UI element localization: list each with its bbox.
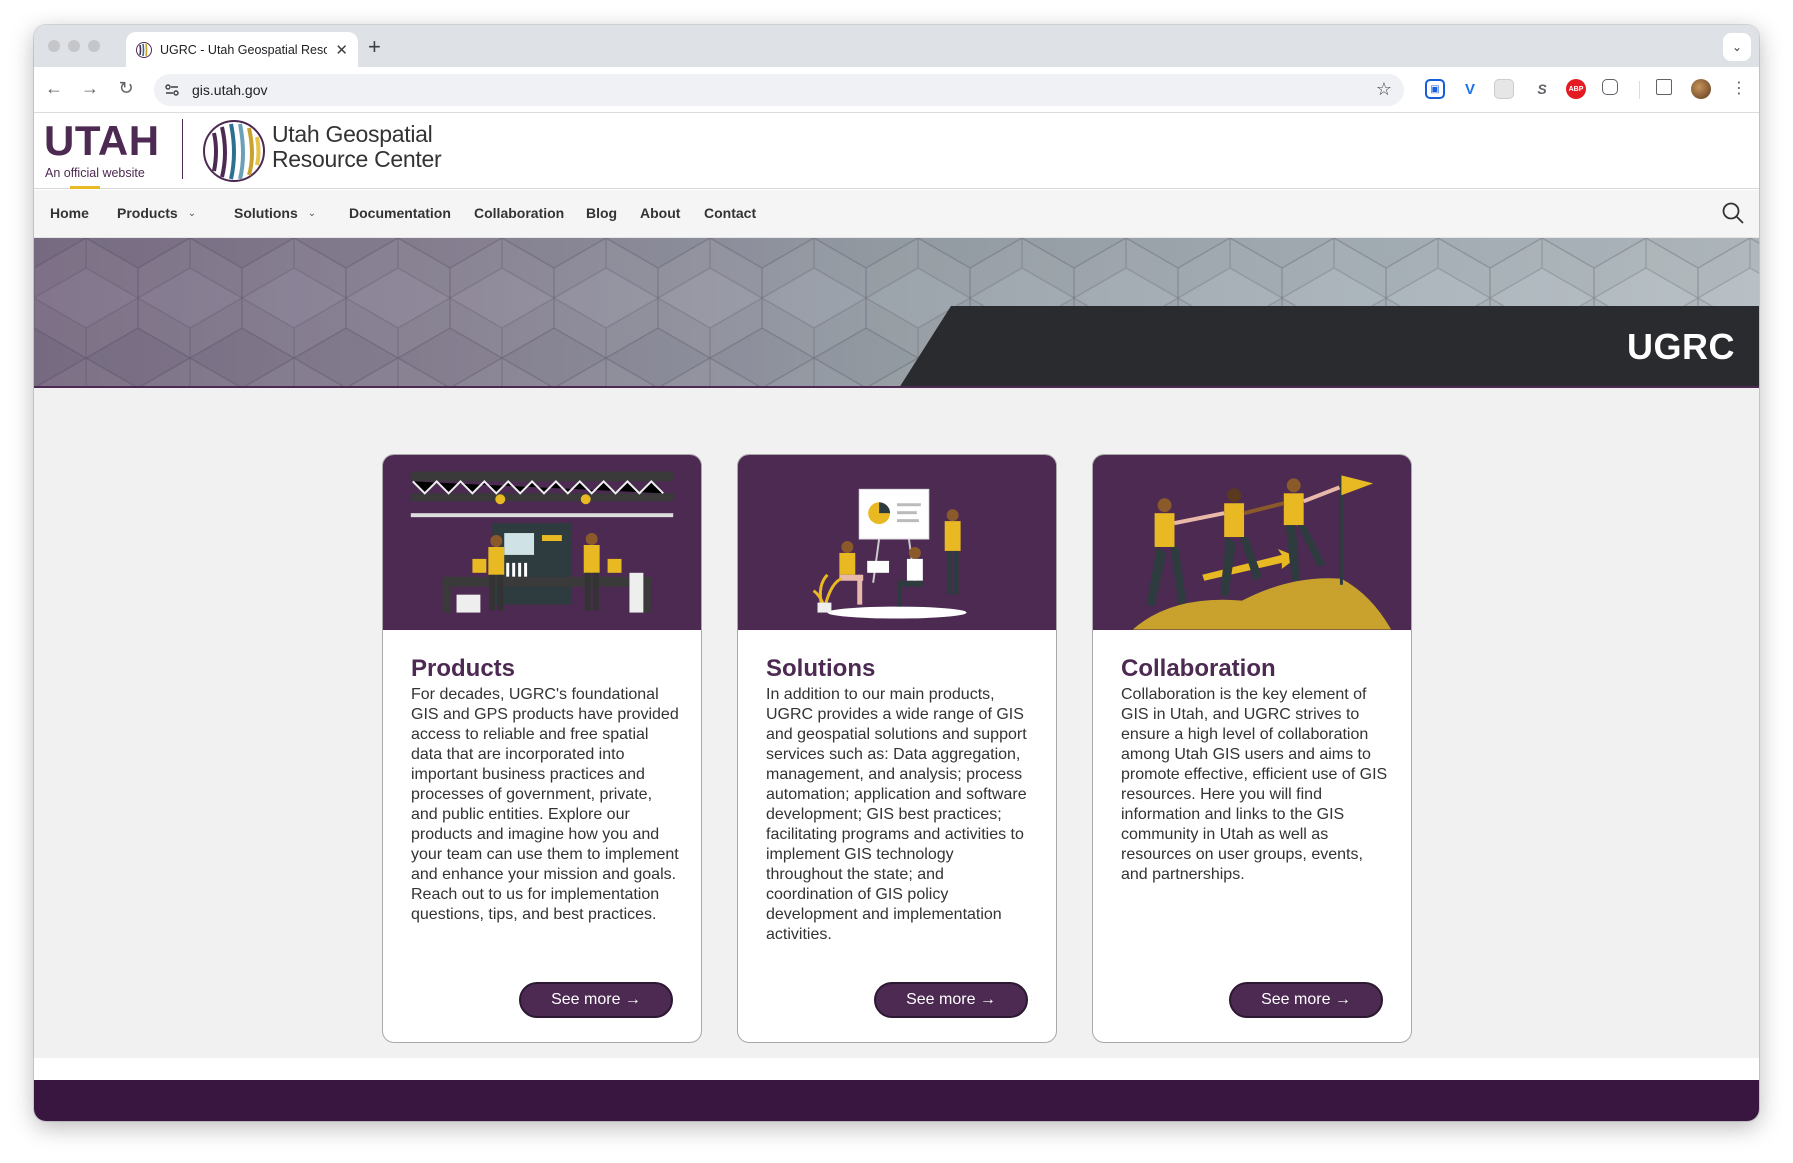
nav-products[interactable]: Products ⌄ <box>117 205 196 221</box>
utah-accent-bar <box>70 186 100 189</box>
puzzle-icon[interactable] <box>1602 79 1618 95</box>
collaboration-card-title: Collaboration <box>1121 655 1276 682</box>
solutions-card-title: Solutions <box>766 655 876 682</box>
products-card-title: Products <box>411 655 516 682</box>
close-window-button[interactable] <box>48 40 60 52</box>
nav-blog-label: Blog <box>586 205 618 221</box>
s-extension-icon[interactable]: S <box>1532 79 1552 99</box>
profile-avatar-icon[interactable] <box>1691 79 1711 99</box>
nav-documentation[interactable]: Documentation <box>349 205 451 221</box>
collaboration-see-more-button[interactable]: See more → <box>1229 982 1383 1018</box>
products-card: Products For decades, UGRC's foundationa… <box>382 454 702 1043</box>
nav-products-label: Products <box>117 205 178 221</box>
main-content: Products For decades, UGRC's foundationa… <box>34 388 1759 1058</box>
toolbar-divider <box>1639 81 1640 99</box>
browser-menu-icon[interactable]: ⋮ <box>1727 78 1751 98</box>
search-icon[interactable] <box>1721 201 1745 225</box>
solutions-card: Solutions In addition to our main produc… <box>737 454 1057 1043</box>
nav-home[interactable]: Home <box>50 205 89 221</box>
tab-title: UGRC - Utah Geospatial Resource Center <box>160 42 328 57</box>
solutions-card-text: In addition to our main products, UGRC p… <box>766 686 1027 943</box>
utah-logo-text[interactable]: UTAH <box>44 117 160 165</box>
nav-collaboration[interactable]: Collaboration <box>474 205 564 221</box>
v-extension-icon[interactable]: V <box>1460 79 1480 99</box>
official-website-label[interactable]: An official website <box>45 166 145 180</box>
new-tab-button[interactable]: + <box>368 34 381 60</box>
browser-window: UGRC - Utah Geospatial Resource Center ✕… <box>34 25 1759 1121</box>
back-button[interactable]: ← <box>42 78 66 99</box>
nav-contact[interactable]: Contact <box>704 205 756 221</box>
bitwarden-icon[interactable]: ▣ <box>1425 79 1445 99</box>
products-see-more-button[interactable]: See more → <box>519 982 673 1018</box>
tab-ugrc[interactable]: UGRC - Utah Geospatial Resource Center ✕ <box>126 32 358 67</box>
hero-banner: UGRC <box>34 238 1759 388</box>
products-card-text: For decades, UGRC's foundational GIS and… <box>411 686 679 923</box>
nav-solutions-label: Solutions <box>234 205 298 221</box>
nav-about[interactable]: About <box>640 205 680 221</box>
header-divider <box>182 119 183 179</box>
ugrc-logo-icon[interactable] <box>202 119 266 183</box>
nav-solutions[interactable]: Solutions ⌄ <box>234 205 316 221</box>
meeting-illustration <box>738 455 1056 630</box>
tab-search-button[interactable]: ⌄ <box>1723 33 1751 61</box>
org-name-line2[interactable]: Resource Center <box>272 146 442 173</box>
adblock-icon[interactable]: ABP <box>1566 79 1586 99</box>
collaboration-card: Collaboration Collaboration is the key e… <box>1092 454 1412 1043</box>
nav-documentation-label: Documentation <box>349 205 451 221</box>
forward-button[interactable]: → <box>78 78 102 99</box>
site-info-icon[interactable] <box>164 82 180 98</box>
zoom-window-button[interactable] <box>88 40 100 52</box>
ugrc-favicon-icon <box>136 41 152 58</box>
nav-contact-label: Contact <box>704 205 757 221</box>
nav-blog[interactable]: Blog <box>586 205 617 221</box>
minimize-window-button[interactable] <box>68 40 80 52</box>
browser-toolbar: ← → ↻ gis.utah.gov ☆ ▣ V S ABP ⋮ <box>34 67 1759 113</box>
site-footer <box>34 1080 1759 1121</box>
hero-title: UGRC <box>1627 326 1735 367</box>
teamwork-illustration <box>1093 455 1411 630</box>
chevron-down-icon: ⌄ <box>307 207 317 219</box>
nav-about-label: About <box>640 205 681 221</box>
nav-collaboration-label: Collaboration <box>474 205 565 221</box>
collaboration-card-text: Collaboration is the key element of GIS … <box>1121 686 1388 883</box>
site-navigation: Home Products ⌄ Solutions ⌄ Documentation … <box>34 190 1759 238</box>
bookmark-star-icon[interactable]: ☆ <box>1376 79 1392 100</box>
tab-strip: UGRC - Utah Geospatial Resource Center ✕… <box>34 25 1759 67</box>
chevron-down-icon: ⌄ <box>187 207 197 219</box>
tab-close-icon[interactable]: ✕ <box>335 41 348 59</box>
factory-illustration <box>383 455 701 630</box>
address-bar[interactable]: gis.utah.gov ☆ <box>154 74 1404 106</box>
sidepanel-icon[interactable] <box>1656 79 1672 95</box>
org-name-line1[interactable]: Utah Geospatial <box>272 121 433 148</box>
reload-button[interactable]: ↻ <box>114 78 138 99</box>
grey-extension-icon[interactable] <box>1494 79 1514 99</box>
site-header: UTAH An official website Utah Geospatial… <box>34 113 1759 189</box>
url-text: gis.utah.gov <box>192 82 268 98</box>
solutions-see-more-button[interactable]: See more → <box>874 982 1028 1018</box>
nav-home-label: Home <box>50 205 89 221</box>
